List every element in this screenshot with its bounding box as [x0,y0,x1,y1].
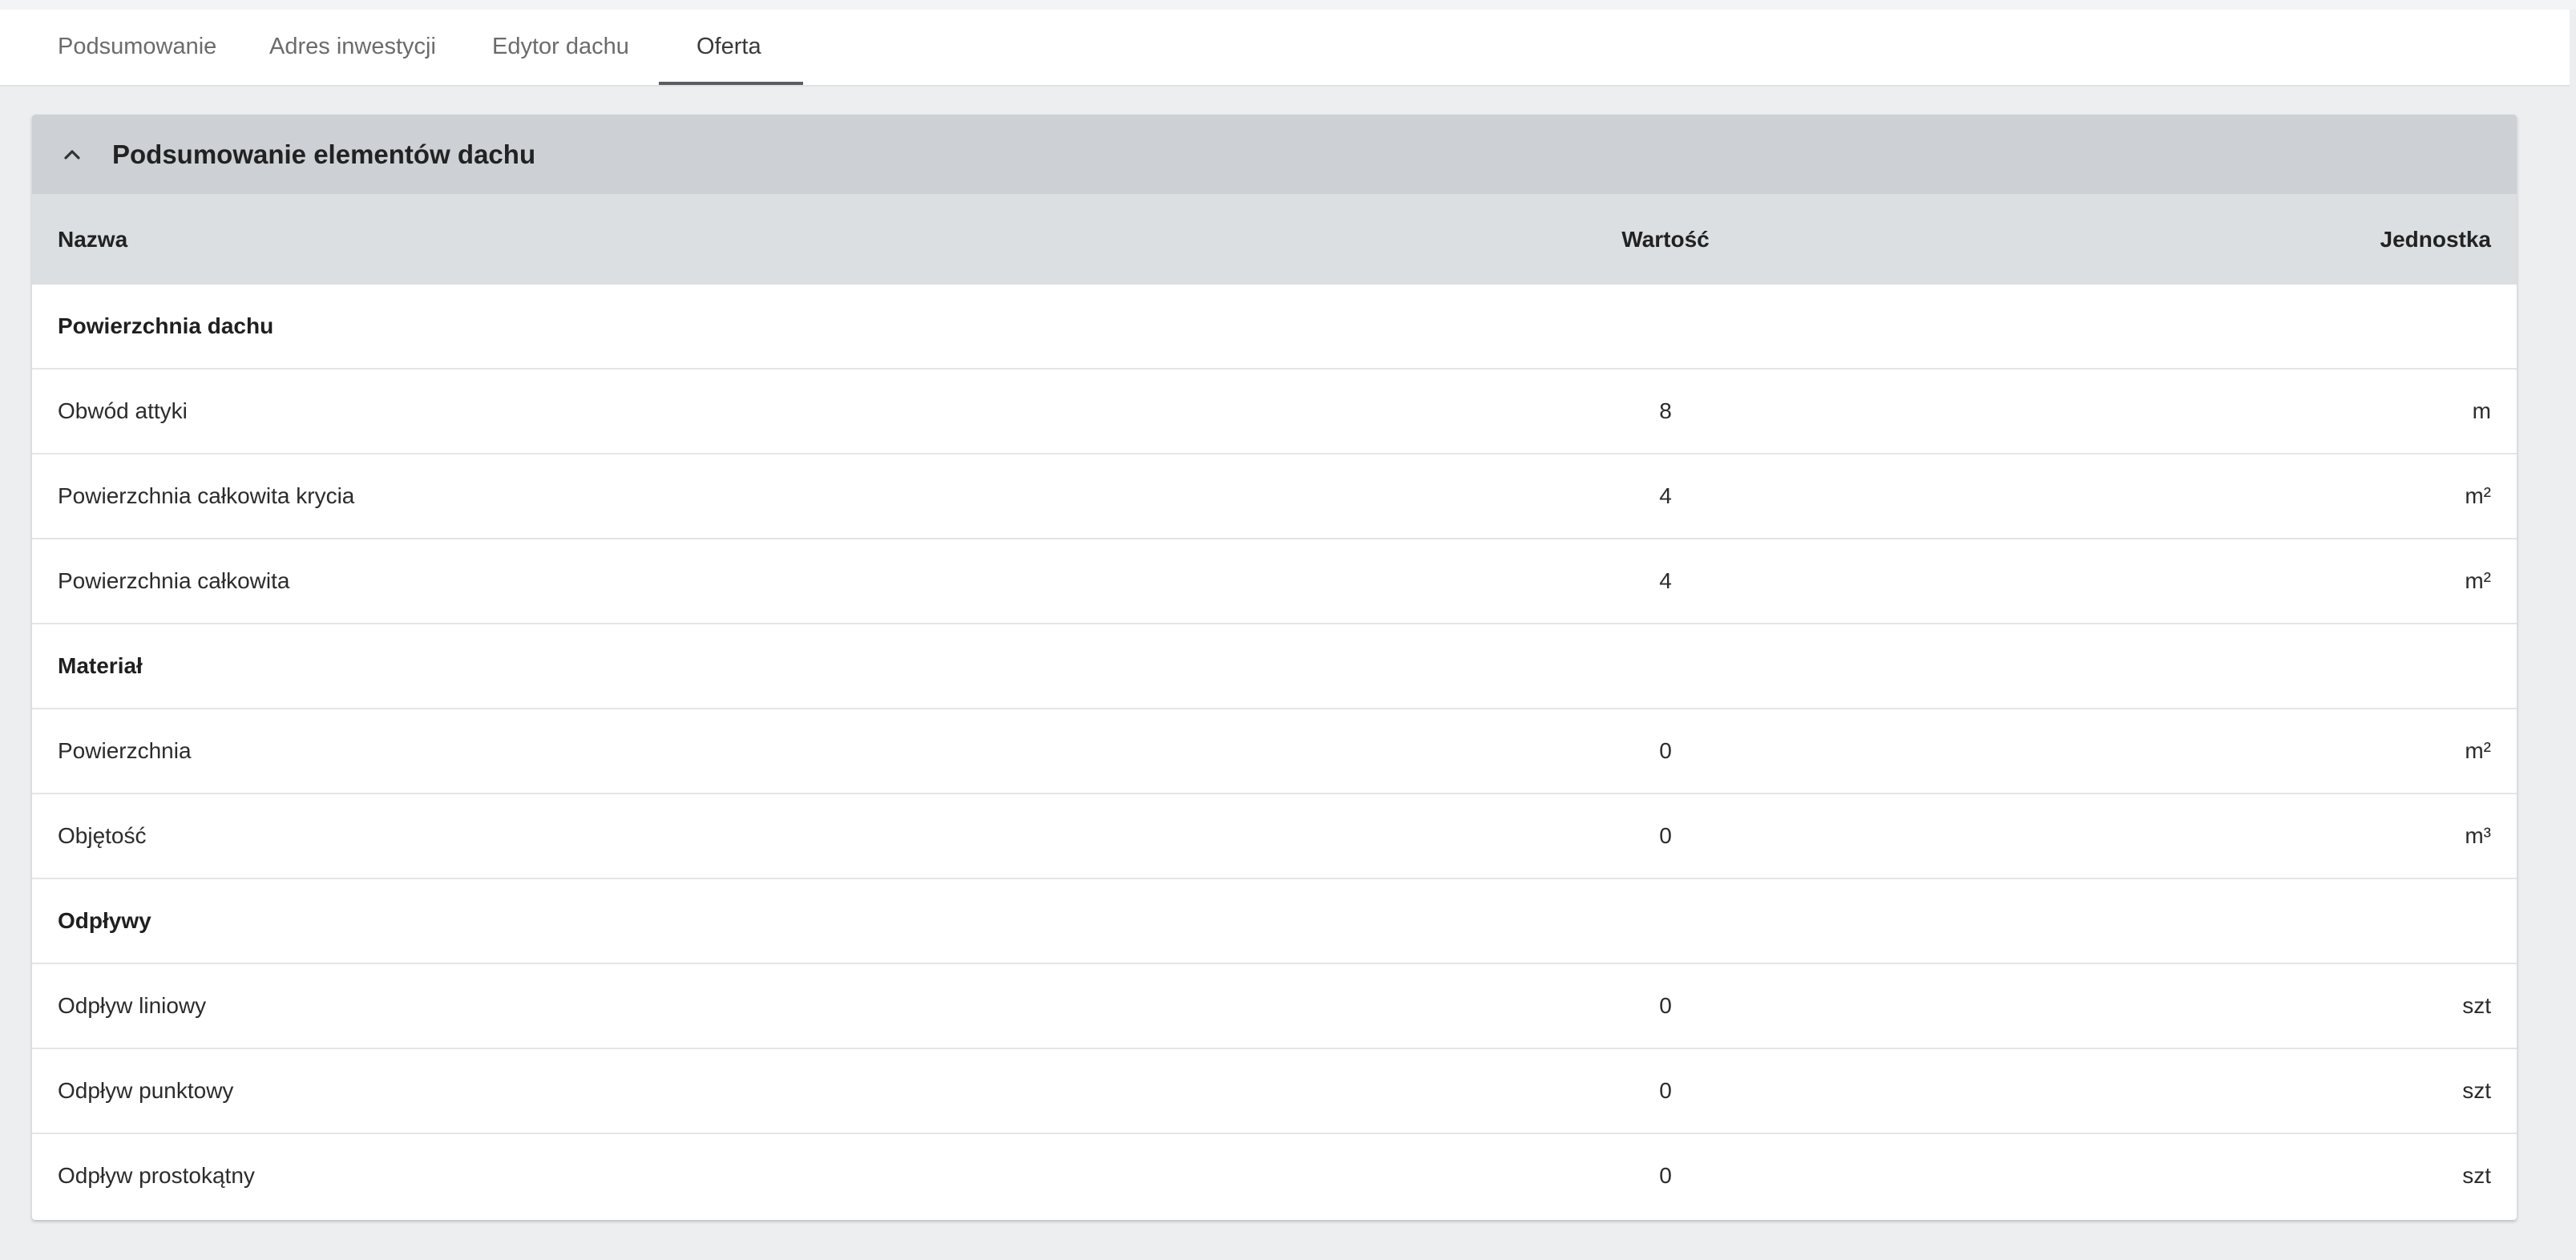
chevron-up-icon[interactable] [59,142,85,168]
column-header-unit: Jednostka [2380,227,2492,252]
row-unit: m³ [2465,823,2491,848]
panel-header-toggle[interactable]: Podsumowanie elementów dachu [32,115,2517,194]
tab-oferta[interactable]: Oferta [696,10,761,85]
table-row: Objętość 0 m³ [32,794,2517,879]
table-row: Powierzchnia całkowita krycia 4 m² [32,454,2517,539]
row-name: Powierzchnia całkowita krycia [58,483,355,508]
row-value: 8 [1659,398,1672,423]
row-value: 0 [1659,738,1672,763]
table-row: Odpływ prostokątny 0 szt [32,1134,2517,1219]
top-strip [0,0,2576,10]
table-row: Odpływ punktowy 0 szt [32,1049,2517,1134]
roof-elements-summary-panel: Podsumowanie elementów dachu Nazwa Warto… [32,115,2517,1220]
row-value: 4 [1659,568,1672,593]
row-name: Odpływ liniowy [58,993,207,1018]
row-unit: m² [2465,483,2491,508]
row-name: Obwód attyki [58,398,188,423]
row-value: 0 [1659,823,1672,848]
column-header-name: Nazwa [58,227,128,252]
row-name: Odpływ punktowy [58,1078,234,1103]
table-body: Powierzchnia dachu Obwód attyki 8 m Powi… [32,285,2517,1219]
row-unit: szt [2462,993,2491,1018]
table-header: Nazwa Wartość Jednostka [32,194,2517,285]
row-name: Objętość [58,823,147,848]
row-unit: m [2472,398,2491,423]
row-value: 0 [1659,993,1672,1018]
row-unit: szt [2462,1163,2491,1188]
row-name: Odpływy [58,908,151,933]
column-header-value: Wartość [1621,227,1710,252]
row-name: Powierzchnia dachu [58,313,274,338]
row-value: 0 [1659,1163,1672,1188]
tab-edytor-dachu[interactable]: Edytor dachu [492,10,629,85]
table-group-row: Odpływy [32,879,2517,964]
table-row: Odpływ liniowy 0 szt [32,964,2517,1049]
table-row: Powierzchnia 0 m² [32,709,2517,794]
row-value: 4 [1659,483,1672,508]
row-name: Odpływ prostokątny [58,1163,255,1188]
table-row: Obwód attyki 8 m [32,370,2517,454]
panel-title: Podsumowanie elementów dachu [112,139,536,169]
tab-adres-inwestycji[interactable]: Adres inwestycji [269,10,436,85]
row-name: Materiał [58,653,143,678]
row-unit: szt [2462,1078,2491,1103]
row-value: 0 [1659,1078,1672,1103]
row-name: Powierzchnia [58,738,192,763]
row-unit: m² [2465,568,2491,593]
row-name: Powierzchnia całkowita [58,568,290,593]
tab-podsumowanie[interactable]: Podsumowanie [58,10,216,85]
table-row: Powierzchnia całkowita 4 m² [32,539,2517,624]
table-group-row: Powierzchnia dachu [32,285,2517,370]
row-unit: m² [2465,738,2491,763]
tab-bar: Podsumowanie Adres inwestycji Edytor dac… [0,10,2570,87]
active-tab-indicator [659,82,803,85]
table-group-row: Materiał [32,624,2517,709]
